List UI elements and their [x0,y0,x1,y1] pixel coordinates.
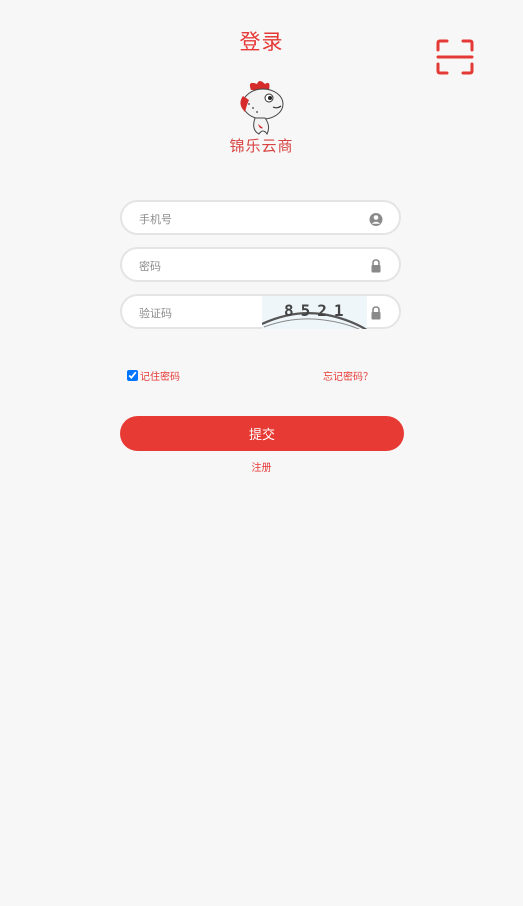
remember-password[interactable]: 记住密码 [127,367,180,383]
captcha-graphic: 8521 [261,296,368,333]
captcha-image[interactable]: 8521 [261,296,368,333]
fish-mascot-icon [240,81,284,135]
captcha-field-container: 8521 [120,294,401,333]
password-field-container [120,247,401,282]
register-link[interactable]: 注册 [0,459,523,474]
remember-checkbox[interactable] [127,369,138,381]
user-circle-icon [369,213,383,226]
brand-logo [229,76,295,138]
login-page: 登录 锦乐云商 手机号 验证码 8521 记住密码 忘记密码？ 提交 注册 [0,0,523,906]
lock-icon [371,259,381,273]
brand-name: 锦乐云商 [229,137,294,155]
phone-field-container [120,200,401,235]
password-input[interactable] [137,255,361,277]
lock-icon [371,306,381,320]
remember-label: 记住密码 [140,371,180,383]
scan-button[interactable] [435,38,475,76]
forgot-password-link[interactable]: 忘记密码？ [323,368,373,383]
submit-button[interactable]: 提交 [120,416,404,451]
captcha-input[interactable] [137,302,261,324]
phone-input[interactable] [137,208,361,230]
scan-frame-icon [436,39,474,75]
captcha-text: 8521 [284,301,351,320]
